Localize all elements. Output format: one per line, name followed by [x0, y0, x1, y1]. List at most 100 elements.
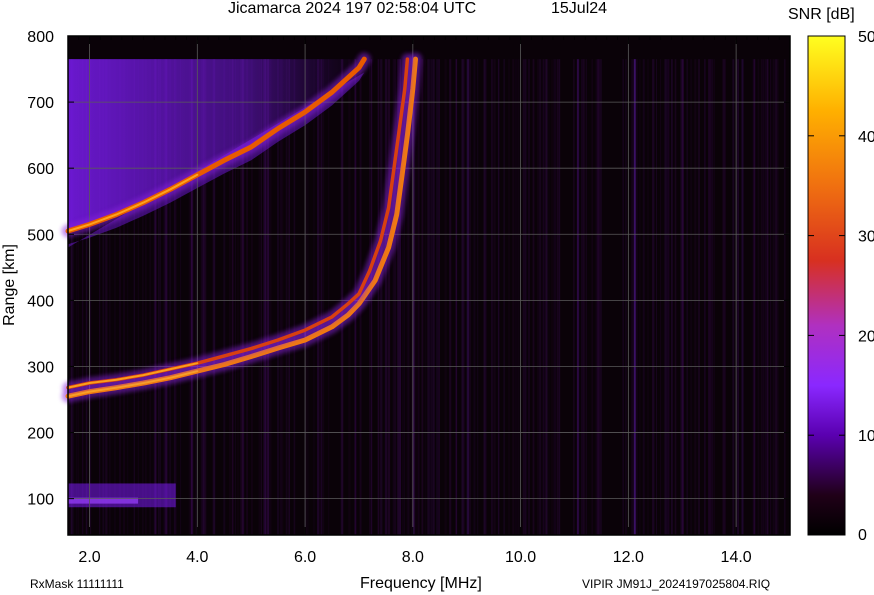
noise-streak — [306, 59, 309, 536]
chart-date: 15Jul24 — [551, 0, 608, 17]
x-tick-label: 10.0 — [505, 549, 536, 566]
sporadic-layer-echo — [68, 483, 176, 508]
noise-streak — [633, 59, 636, 536]
y-tick-label: 400 — [27, 293, 54, 310]
x-tick-labels: 2.0 4.0 6.0 8.0 10.0 12.0 14.0 — [78, 549, 751, 566]
noise-streak — [378, 59, 381, 536]
x-tick-label: 8.0 — [402, 549, 424, 566]
noise-streak — [631, 59, 634, 536]
noise-streak — [554, 59, 556, 536]
noise-streak — [760, 59, 763, 536]
noise-streak — [424, 59, 427, 536]
noise-streak — [546, 59, 548, 536]
noise-streak — [639, 59, 641, 536]
noise-streak — [647, 59, 649, 536]
ionogram-chart: 2.0 4.0 6.0 8.0 10.0 12.0 14.0 100200300400500… — [1, 29, 874, 566]
noise-streak — [697, 59, 700, 536]
noise-streak — [625, 59, 627, 536]
noise-streak — [686, 59, 688, 536]
noise-streak — [313, 59, 315, 536]
noise-streak — [656, 59, 657, 536]
noise-streak — [638, 59, 640, 536]
noise-streak — [694, 59, 697, 536]
y-tick-label: 800 — [27, 29, 54, 46]
noise-streak — [577, 59, 580, 536]
noise-streak — [430, 59, 433, 536]
x-tick-label: 6.0 — [294, 549, 316, 566]
noise-streak — [711, 59, 714, 536]
y-tick-label: 100 — [27, 492, 54, 509]
noise-streak — [652, 59, 655, 536]
noise-streak — [328, 59, 330, 536]
noise-streak — [553, 59, 555, 536]
noise-streak — [599, 59, 602, 536]
noise-streak — [540, 59, 542, 536]
noise-streak — [493, 59, 496, 536]
colorbar-tick-labels: 0 10 20 30 40 50 — [858, 29, 874, 544]
noise-streak — [321, 59, 325, 536]
noise-streak — [548, 59, 550, 536]
noise-streak — [477, 59, 479, 536]
x-tick-label: 4.0 — [186, 549, 208, 566]
noise-streak — [681, 59, 684, 536]
noise-streak — [542, 59, 544, 536]
noise-streak — [429, 59, 431, 536]
noise-streak — [581, 59, 584, 536]
noise-streak — [455, 59, 458, 536]
file-name-label: VIPIR JM91J_2024197025804.RIQ — [582, 577, 771, 591]
noise-streak — [773, 59, 775, 536]
noise-streak — [444, 59, 447, 536]
noise-streak — [449, 59, 451, 536]
noise-streak — [387, 59, 390, 536]
x-axis-label: Frequency [MHz] — [360, 575, 482, 592]
noise-streak — [595, 59, 598, 536]
noise-streak — [770, 59, 772, 536]
noise-streak — [508, 59, 510, 536]
noise-streak — [524, 59, 527, 536]
x-tick-label: 14.0 — [721, 549, 752, 566]
noise-streak — [522, 59, 525, 536]
x-tick-label: 2.0 — [78, 549, 100, 566]
noise-streak — [664, 59, 666, 536]
noise-streak — [491, 59, 493, 536]
noise-streak — [737, 59, 739, 536]
colorbar — [807, 35, 846, 536]
noise-streak — [765, 59, 767, 536]
y-tick-label: 600 — [27, 161, 54, 178]
noise-streak — [585, 59, 587, 536]
noise-streak — [551, 59, 553, 536]
y-tick-label: 700 — [27, 95, 54, 112]
noise-streak — [741, 59, 744, 536]
noise-streak — [473, 59, 476, 536]
noise-streak — [469, 59, 472, 536]
noise-streak — [752, 59, 755, 536]
noise-streak — [527, 59, 530, 536]
noise-streak — [517, 59, 519, 536]
noise-streak — [432, 59, 435, 536]
rx-mask-label: RxMask 11111111 — [30, 577, 124, 591]
chart-title: Jicamarca 2024 197 02:58:04 UTC — [228, 0, 477, 17]
noise-streak — [420, 59, 424, 536]
noise-streak — [385, 59, 388, 536]
colorbar-tick-label: 10 — [858, 428, 874, 445]
noise-streak — [320, 59, 322, 536]
noise-streak — [427, 59, 430, 536]
y-tick-labels: 100 200 300 400 500 600 700 800 — [27, 29, 54, 509]
noise-streak — [713, 59, 715, 536]
noise-streak — [591, 59, 593, 536]
colorbar-tick-label: 20 — [858, 328, 874, 345]
noise-streak — [532, 59, 535, 536]
noise-streak — [466, 59, 469, 536]
noise-streak — [461, 59, 464, 536]
noise-streak — [622, 59, 624, 536]
noise-streak — [342, 59, 344, 536]
noise-streak — [783, 59, 786, 536]
noise-streak — [667, 59, 670, 536]
noise-streak — [558, 59, 561, 536]
noise-streak — [573, 59, 575, 536]
colorbar-tick-label: 40 — [858, 129, 874, 146]
noise-streak — [762, 59, 766, 536]
noise-streak — [518, 59, 520, 536]
noise-streak — [512, 59, 515, 536]
noise-streak — [642, 59, 645, 536]
